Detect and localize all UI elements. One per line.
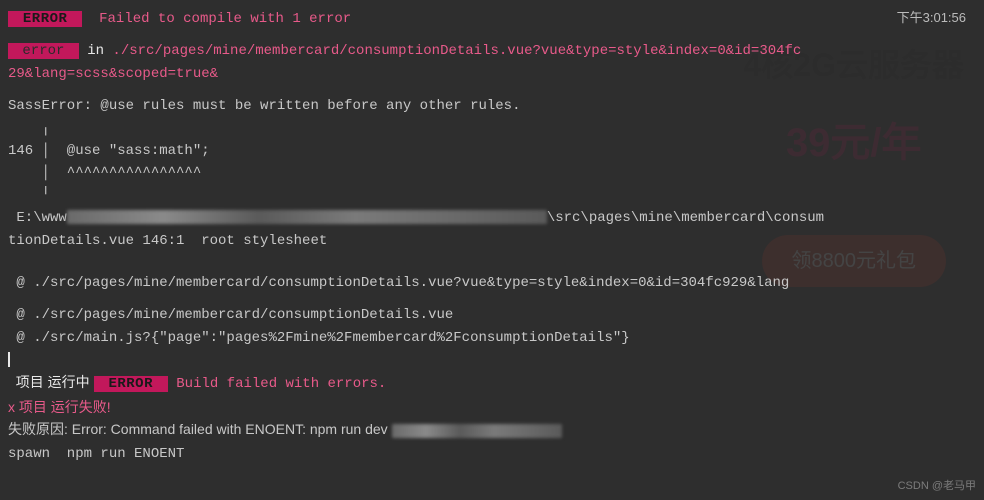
compile-error-msg: Failed to compile with 1 error	[82, 11, 351, 27]
error-file-path: ./src/pages/mine/membercard/consumptionD…	[112, 43, 801, 59]
stack-line-2: @ ./src/pages/mine/membercard/consumptio…	[8, 304, 984, 326]
error-label: error	[8, 43, 79, 59]
sass-box-caret: │ ^^^^^^^^^^^^^^^^	[8, 162, 984, 184]
redacted-path	[67, 210, 547, 224]
compile-error-line: ERROR Failed to compile with 1 error	[8, 8, 984, 30]
error-in-line: error in ./src/pages/mine/membercard/con…	[8, 40, 984, 62]
project-failed-line: x 项目 运行失败!	[8, 396, 984, 418]
sass-box-code: 146 │ @use "sass:math";	[8, 140, 984, 162]
timestamp: 下午3:01:56	[897, 8, 966, 29]
stack-line-1: @ ./src/pages/mine/membercard/consumptio…	[8, 272, 984, 294]
sass-file-line2: tionDetails.vue 146:1 root stylesheet	[8, 230, 984, 252]
build-failed-msg: Build failed with errors.	[168, 376, 386, 392]
sass-box-bottom: ╵	[8, 185, 984, 207]
fail-reason-line: 失败原因: Error: Command failed with ENOENT:…	[8, 418, 984, 442]
spawn-line: spawn npm run ENOENT	[8, 443, 984, 465]
cursor-line	[8, 349, 984, 371]
sass-box-top: ╷	[8, 118, 984, 140]
error-badge: ERROR	[8, 11, 82, 27]
error-file-path-cont: 29&lang=scss&scoped=true&	[8, 63, 984, 85]
stack-line-3: @ ./src/main.js?{"page":"pages%2Fmine%2F…	[8, 327, 984, 349]
redacted-cmd	[392, 424, 562, 438]
watermark: CSDN @老马甲	[898, 478, 976, 496]
sass-file-line1: E:\www\src\pages\mine\membercard\consum	[8, 207, 984, 229]
build-running-line: 项目 运行中 ERROR Build failed with errors.	[8, 371, 984, 395]
error-badge-2: ERROR	[94, 376, 168, 392]
cursor-icon	[8, 352, 10, 367]
sass-error-header: SassError: @use rules must be written be…	[8, 95, 984, 117]
